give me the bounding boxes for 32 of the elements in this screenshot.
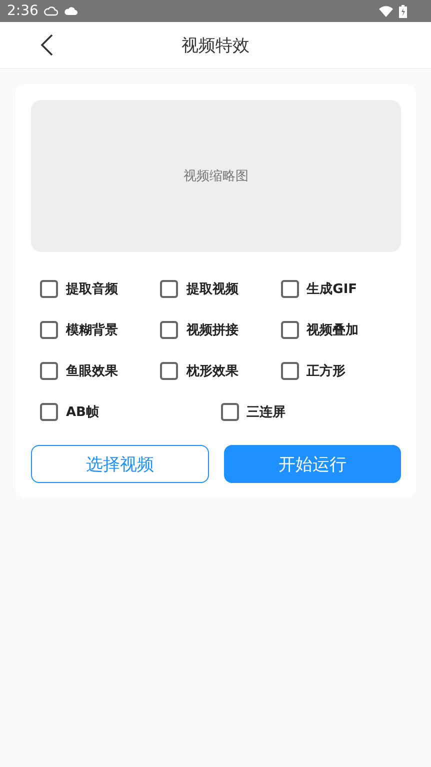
option-label: 提取视频 — [186, 281, 238, 298]
page-title: 视频特效 — [182, 34, 250, 56]
status-time: 2:36 — [7, 3, 38, 19]
cloud-outline-icon — [44, 5, 58, 17]
cloud-icon — [64, 6, 78, 16]
option-label: 正方形 — [306, 362, 346, 380]
option-label: 鱼眼效果 — [66, 363, 118, 380]
checkbox[interactable] — [160, 280, 178, 298]
checkbox[interactable] — [160, 362, 178, 380]
checkbox[interactable] — [40, 280, 58, 298]
back-icon[interactable] — [40, 34, 54, 56]
thumbnail-label: 视频缩略图 — [184, 168, 248, 185]
option-label: 枕形效果 — [186, 363, 238, 380]
option-label: 视频拼接 — [186, 322, 238, 339]
checkbox[interactable] — [40, 321, 58, 339]
option-label: 提取音频 — [66, 280, 118, 298]
option-label: 视频叠加 — [306, 322, 359, 339]
checkbox[interactable] — [160, 321, 178, 339]
checkbox[interactable] — [40, 362, 58, 380]
start-button[interactable]: 开始运行 — [224, 445, 401, 483]
battery-icon — [399, 4, 407, 18]
select-video-button[interactable]: 选择视频 — [31, 445, 208, 483]
option-label: 生成GIF — [306, 281, 358, 298]
checkbox[interactable] — [40, 403, 58, 421]
option-label: 三连屏 — [246, 404, 286, 421]
checkbox[interactable] — [280, 280, 299, 298]
wifi-icon — [379, 6, 393, 16]
option-label: 模糊背景 — [66, 322, 118, 339]
checkbox[interactable] — [220, 403, 238, 421]
checkbox[interactable] — [280, 362, 299, 380]
checkbox[interactable] — [280, 321, 299, 339]
option-label: AB帧 — [66, 404, 99, 421]
